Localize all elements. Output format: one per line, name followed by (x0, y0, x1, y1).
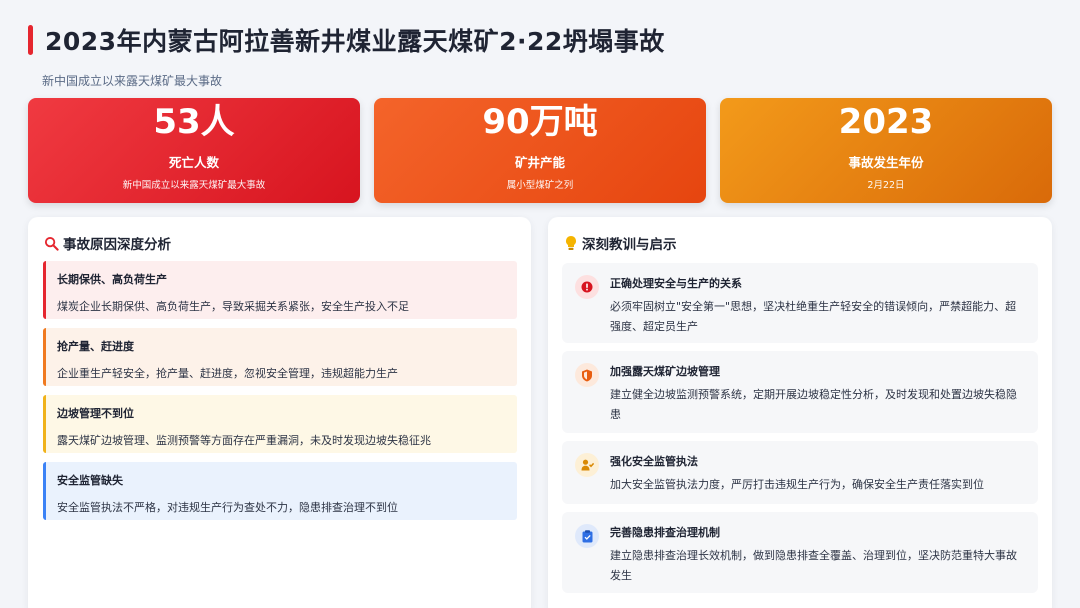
lessons-panel: 深刻教训与启示 正确处理安全与生产的关系 必须牢固树立"安全第一"思想，坚决杜绝… (548, 217, 1052, 608)
lesson-heading: 正确处理安全与生产的关系 (610, 277, 742, 290)
magnifier-icon (44, 236, 59, 251)
lesson-item: 完善隐患排查治理机制 建立隐患排查治理长效机制，做到隐患排查全覆盖、治理到位，坚… (562, 512, 1038, 593)
stat-label: 事故发生年份 (848, 155, 924, 170)
cause-item: 边坡管理不到位 露天煤矿边坡管理、监测预警等方面存在严重漏洞，未及时发现边坡失稳… (43, 395, 517, 453)
cause-heading: 安全监管缺失 (57, 474, 123, 487)
page-subtitle: 新中国成立以来露天煤矿最大事故 (42, 74, 223, 88)
stat-card-capacity: 90万吨 矿井产能 属小型煤矿之列 (374, 98, 706, 203)
stat-value: 90万吨 (482, 102, 598, 142)
stat-card-deaths: 53人 死亡人数 新中国成立以来露天煤矿最大事故 (28, 98, 360, 203)
title-accent-bar (28, 25, 33, 55)
shield-icon (575, 363, 599, 387)
lesson-item: 正确处理安全与生产的关系 必须牢固树立"安全第一"思想，坚决杜绝重生产轻安全的错… (562, 263, 1038, 343)
stat-label: 死亡人数 (168, 155, 219, 170)
cause-item: 长期保供、高负荷生产 煤炭企业长期保供、高负荷生产，导致采掘关系紧张，安全生产投… (43, 261, 517, 319)
cause-desc: 煤炭企业长期保供、高负荷生产，导致采掘关系紧张，安全生产投入不足 (57, 300, 409, 313)
lesson-heading: 加强露天煤矿边坡管理 (610, 365, 720, 378)
lightbulb-icon (564, 235, 578, 251)
page-title: 2023年内蒙古阿拉善新井煤业露天煤矿2·22坍塌事故 (45, 27, 665, 56)
lesson-item: 强化安全监管执法 加大安全监管执法力度，严厉打击违规生产行为，确保安全生产责任落… (562, 441, 1038, 504)
inspector-icon (575, 453, 599, 477)
lesson-heading: 强化安全监管执法 (610, 455, 698, 468)
stat-label: 矿井产能 (514, 155, 565, 170)
causes-title-text: 事故原因深度分析 (63, 237, 171, 253)
lesson-item: 加强露天煤矿边坡管理 建立健全边坡监测预警系统，定期开展边坡稳定性分析，及时发现… (562, 351, 1038, 433)
lessons-panel-title: 深刻教训与启示 (564, 233, 677, 253)
lesson-heading: 完善隐患排查治理机制 (610, 526, 720, 539)
lesson-list: 正确处理安全与生产的关系 必须牢固树立"安全第一"思想，坚决杜绝重生产轻安全的错… (562, 263, 1038, 601)
cause-item: 抢产量、赶进度 企业重生产轻安全，抢产量、赶进度，忽视安全管理，违规超能力生产 (43, 328, 517, 386)
cause-heading: 边坡管理不到位 (57, 407, 134, 420)
stat-value: 2023 (838, 102, 934, 142)
cause-heading: 长期保供、高负荷生产 (57, 273, 167, 286)
stat-value: 53人 (153, 102, 235, 142)
cause-desc: 企业重生产轻安全，抢产量、赶进度，忽视安全管理，违规超能力生产 (57, 367, 398, 380)
stat-sub: 属小型煤矿之列 (506, 180, 574, 191)
clipboard-icon (575, 524, 599, 548)
cause-desc: 安全监管执法不严格，对违规生产行为查处不力，隐患排查治理不到位 (57, 501, 398, 514)
page-header: 2023年内蒙古阿拉善新井煤业露天煤矿2·22坍塌事故 新中国成立以来露天煤矿最… (28, 22, 665, 89)
causes-panel-title: 事故原因深度分析 (44, 233, 171, 253)
stat-sub: 2月22日 (867, 180, 905, 191)
lesson-desc: 必须牢固树立"安全第一"思想，坚决杜绝重生产轻安全的错误倾向，严禁超能力、超强度… (610, 300, 1017, 333)
cause-desc: 露天煤矿边坡管理、监测预警等方面存在严重漏洞，未及时发现边坡失稳征兆 (57, 434, 431, 447)
lesson-desc: 加大安全监管执法力度，严厉打击违规生产行为，确保安全生产责任落实到位 (610, 478, 984, 491)
lesson-desc: 建立隐患排查治理长效机制，做到隐患排查全覆盖、治理到位，坚决防范重特大事故发生 (610, 549, 1017, 582)
cause-item: 安全监管缺失 安全监管执法不严格，对违规生产行为查处不力，隐患排查治理不到位 (43, 462, 517, 520)
lessons-title-text: 深刻教训与启示 (582, 237, 677, 253)
cause-list: 长期保供、高负荷生产 煤炭企业长期保供、高负荷生产，导致采掘关系紧张，安全生产投… (43, 261, 517, 529)
alert-icon (575, 275, 599, 299)
stat-sub: 新中国成立以来露天煤矿最大事故 (122, 180, 266, 191)
lesson-desc: 建立健全边坡监测预警系统，定期开展边坡稳定性分析，及时发现和处置边坡失稳隐患 (610, 388, 1017, 421)
title-row: 2023年内蒙古阿拉善新井煤业露天煤矿2·22坍塌事故 (28, 22, 665, 58)
causes-panel: 事故原因深度分析 长期保供、高负荷生产 煤炭企业长期保供、高负荷生产，导致采掘关… (28, 217, 531, 608)
stat-card-year: 2023 事故发生年份 2月22日 (720, 98, 1052, 203)
cause-heading: 抢产量、赶进度 (57, 340, 134, 353)
stats-row: 53人 死亡人数 新中国成立以来露天煤矿最大事故 90万吨 矿井产能 属小型煤矿… (28, 98, 1052, 203)
